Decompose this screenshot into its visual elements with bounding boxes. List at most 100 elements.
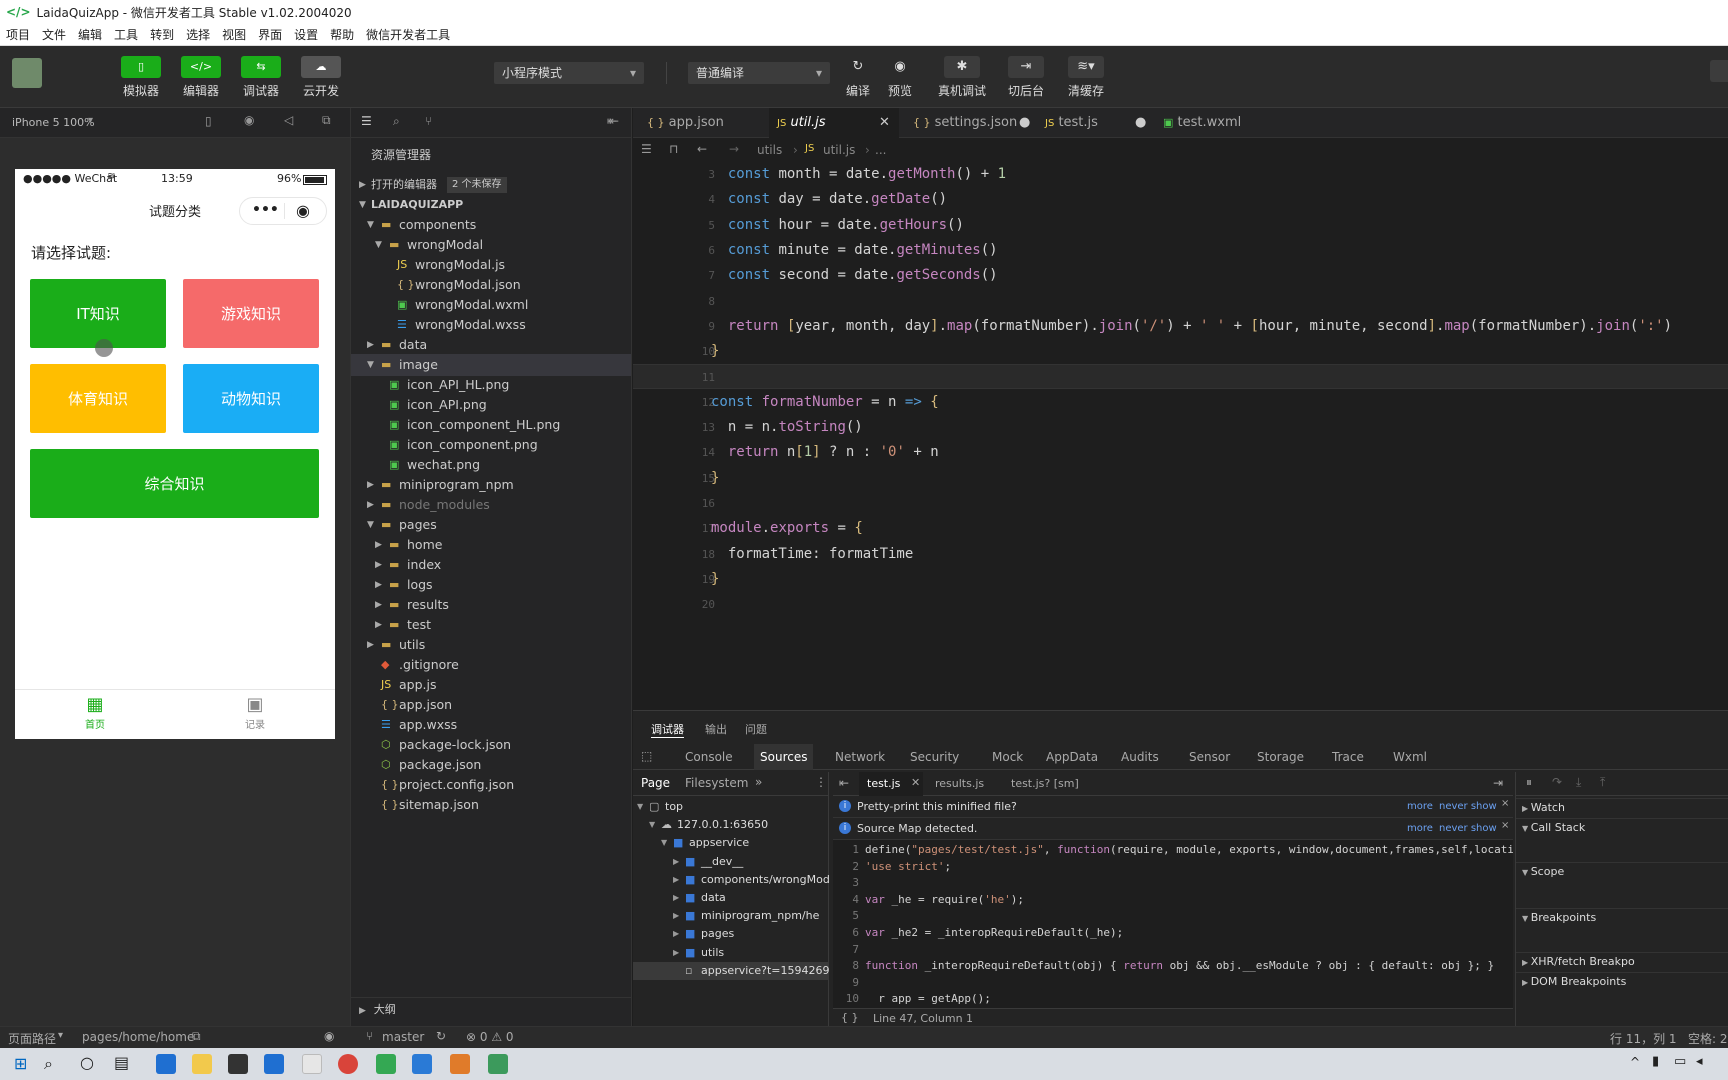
- tab-app-json[interactable]: { } app.json: [639, 108, 769, 138]
- tree-file[interactable]: ▣ icon_component_HL.png: [351, 414, 631, 436]
- tray-chevron-icon[interactable]: ^: [1630, 1055, 1640, 1069]
- navigator-item[interactable]: ▶ ■ components/wrongModal: [633, 871, 829, 889]
- tree-file[interactable]: { } app.json: [351, 694, 631, 716]
- tree-folder[interactable]: ▶ ▬ results: [351, 594, 631, 616]
- tree-file[interactable]: ▣ icon_component.png: [351, 434, 631, 456]
- code-line[interactable]: 5 const hour = date.getHours(): [633, 213, 1728, 238]
- code-line[interactable]: 19}: [633, 567, 1728, 592]
- debugger-button[interactable]: ⇆ 调试器: [236, 56, 286, 99]
- tree-folder[interactable]: ▶ ▬ utils: [351, 634, 631, 656]
- devtools-tab-storage[interactable]: Storage: [1251, 744, 1310, 770]
- code-line[interactable]: 8: [633, 289, 1728, 314]
- devtools-tab-sources[interactable]: Sources: [754, 744, 814, 770]
- tree-file[interactable]: ◆ .gitignore: [351, 654, 631, 676]
- toggle-debugger-icon[interactable]: ⇥: [1493, 776, 1503, 790]
- tab-test-js[interactable]: JS test.js ●: [1037, 108, 1153, 138]
- menu-tools[interactable]: 工具: [114, 26, 138, 43]
- menu-edit[interactable]: 编辑: [78, 26, 102, 43]
- navigator-item[interactable]: ▶ ■ __dev__: [633, 853, 829, 871]
- navigator-item[interactable]: ▶ ■ data: [633, 889, 829, 907]
- devtools-tab-security[interactable]: Security: [904, 744, 965, 770]
- close-icon[interactable]: ×: [1501, 798, 1509, 809]
- source-line[interactable]: 4 var _he = require('he');: [833, 892, 1513, 908]
- tree-folder[interactable]: ▶ ▬ node_modules: [351, 494, 631, 516]
- tree-folder[interactable]: ▼ ▬ image: [351, 354, 631, 376]
- debugger-section-scope[interactable]: ▼ Scope: [1516, 862, 1728, 880]
- source-line[interactable]: 8 function _interopRequireDefault(obj) { …: [833, 958, 1513, 974]
- tree-folder[interactable]: ▶ ▬ index: [351, 554, 631, 576]
- close-icon[interactable]: ✕: [879, 108, 890, 138]
- devtools-tab-appdata[interactable]: AppData: [1040, 744, 1104, 770]
- firefox-icon[interactable]: [450, 1054, 470, 1074]
- breadcrumb-symbol[interactable]: ...: [875, 143, 886, 157]
- edge-icon[interactable]: [156, 1054, 176, 1074]
- tree-folder[interactable]: ▶ ▬ miniprogram_npm: [351, 474, 631, 496]
- tab-page[interactable]: Page: [641, 776, 670, 790]
- cortana-icon[interactable]: ○: [80, 1053, 94, 1072]
- source-line[interactable]: 9: [833, 975, 1513, 991]
- never-show-link[interactable]: never show: [1439, 801, 1497, 812]
- source-tab-test-js-sm[interactable]: test.js? [sm]: [1011, 777, 1079, 790]
- step-over-icon[interactable]: ↷: [1552, 775, 1562, 789]
- code-editor[interactable]: 3 const month = date.getMonth() + 14 con…: [633, 162, 1728, 710]
- navigator-item[interactable]: ▫ appservice?t=1594269470: [633, 961, 829, 980]
- toggle-navigator-icon[interactable]: ⇤: [839, 776, 849, 790]
- sync-icon[interactable]: ↻: [436, 1029, 446, 1043]
- close-miniprogram-icon[interactable]: ◉: [296, 201, 310, 220]
- category-button-it[interactable]: IT知识: [30, 279, 166, 348]
- category-button-game[interactable]: 游戏知识: [183, 279, 319, 348]
- tab-util-js[interactable]: JS util.js ✕: [769, 108, 899, 138]
- code-line[interactable]: 15}: [633, 466, 1728, 491]
- pause-icon[interactable]: ⏸: [1526, 775, 1532, 790]
- tree-file[interactable]: ▣ wrongModal.wxml: [351, 294, 631, 316]
- copy-icon[interactable]: ⧉: [192, 1029, 201, 1044]
- source-line[interactable]: 6 var _he2 = _interopRequireDefault(_he);: [833, 925, 1513, 941]
- inspect-icon[interactable]: ⬚: [641, 749, 652, 763]
- devtools-tab-trace[interactable]: Trace: [1326, 744, 1370, 770]
- tab-settings-json[interactable]: { } settings.json ●: [905, 108, 1035, 138]
- devtools-tab-network[interactable]: Network: [829, 744, 891, 770]
- details-button[interactable]: [1710, 60, 1728, 82]
- devtools-tab-console[interactable]: Console: [679, 744, 739, 770]
- mode-select[interactable]: 小程序模式: [494, 62, 644, 84]
- breadcrumb-file[interactable]: util.js: [823, 143, 855, 157]
- file-explorer-icon[interactable]: [192, 1054, 212, 1074]
- page-path-label[interactable]: 页面路径: [8, 1030, 56, 1047]
- menu-view[interactable]: 视图: [222, 26, 246, 43]
- project-section[interactable]: ▼ LAIDAQUIZAPP: [351, 194, 631, 216]
- tree-folder[interactable]: ▶ ▬ logs: [351, 574, 631, 596]
- list-icon[interactable]: ☰: [641, 142, 652, 156]
- back-arrow-icon[interactable]: ←: [697, 142, 707, 156]
- code-line[interactable]: 17 module.exports = {: [633, 516, 1728, 541]
- unsaved-dot-icon[interactable]: ●: [1135, 108, 1146, 138]
- wechat-devtools-icon[interactable]: [302, 1054, 322, 1074]
- navigator-item[interactable]: ▶ ■ utils: [633, 944, 829, 962]
- tree-folder[interactable]: ▶ ▬ home: [351, 534, 631, 556]
- code-line[interactable]: 11: [633, 364, 1728, 390]
- more-dots-icon[interactable]: •••: [252, 202, 279, 218]
- navigator-item[interactable]: ▶ ■ pages: [633, 925, 829, 943]
- kebab-menu-icon[interactable]: ⋮: [815, 775, 827, 789]
- background-button[interactable]: ⇥ 切后台: [1006, 56, 1046, 99]
- debugger-section-watch[interactable]: ▶ Watch: [1516, 798, 1728, 816]
- microphone-icon[interactable]: ▮: [1652, 1054, 1659, 1069]
- tab-problems[interactable]: 问题: [745, 721, 767, 737]
- phone-outline-icon[interactable]: ▯: [205, 114, 212, 128]
- editor-button[interactable]: </> 编辑器: [176, 56, 226, 99]
- category-button-animal[interactable]: 动物知识: [183, 364, 319, 433]
- code-line[interactable]: 7 const second = date.getSeconds(): [633, 263, 1728, 288]
- search-icon[interactable]: ⌕: [393, 114, 400, 129]
- tree-file[interactable]: ▣ icon_API_HL.png: [351, 374, 631, 396]
- source-line[interactable]: 10 r app = getApp();: [833, 991, 1513, 1007]
- tree-file[interactable]: { } sitemap.json: [351, 794, 631, 816]
- clear-cache-button[interactable]: ≋▾ 清缓存: [1066, 56, 1106, 99]
- app-icon[interactable]: [376, 1054, 396, 1074]
- record-icon[interactable]: ◉: [244, 113, 254, 127]
- tree-folder[interactable]: ▶ ▬ data: [351, 334, 631, 356]
- tab-output[interactable]: 输出: [705, 721, 727, 737]
- problems-count[interactable]: ⊗ 0 ⚠ 0: [466, 1030, 514, 1044]
- devtools-tab-wxml[interactable]: Wxml: [1387, 744, 1433, 770]
- source-line[interactable]: 2 'use strict';: [833, 859, 1513, 875]
- preview-button[interactable]: ◉ 预览: [880, 56, 920, 99]
- code-line[interactable]: 3 const month = date.getMonth() + 1: [633, 162, 1728, 187]
